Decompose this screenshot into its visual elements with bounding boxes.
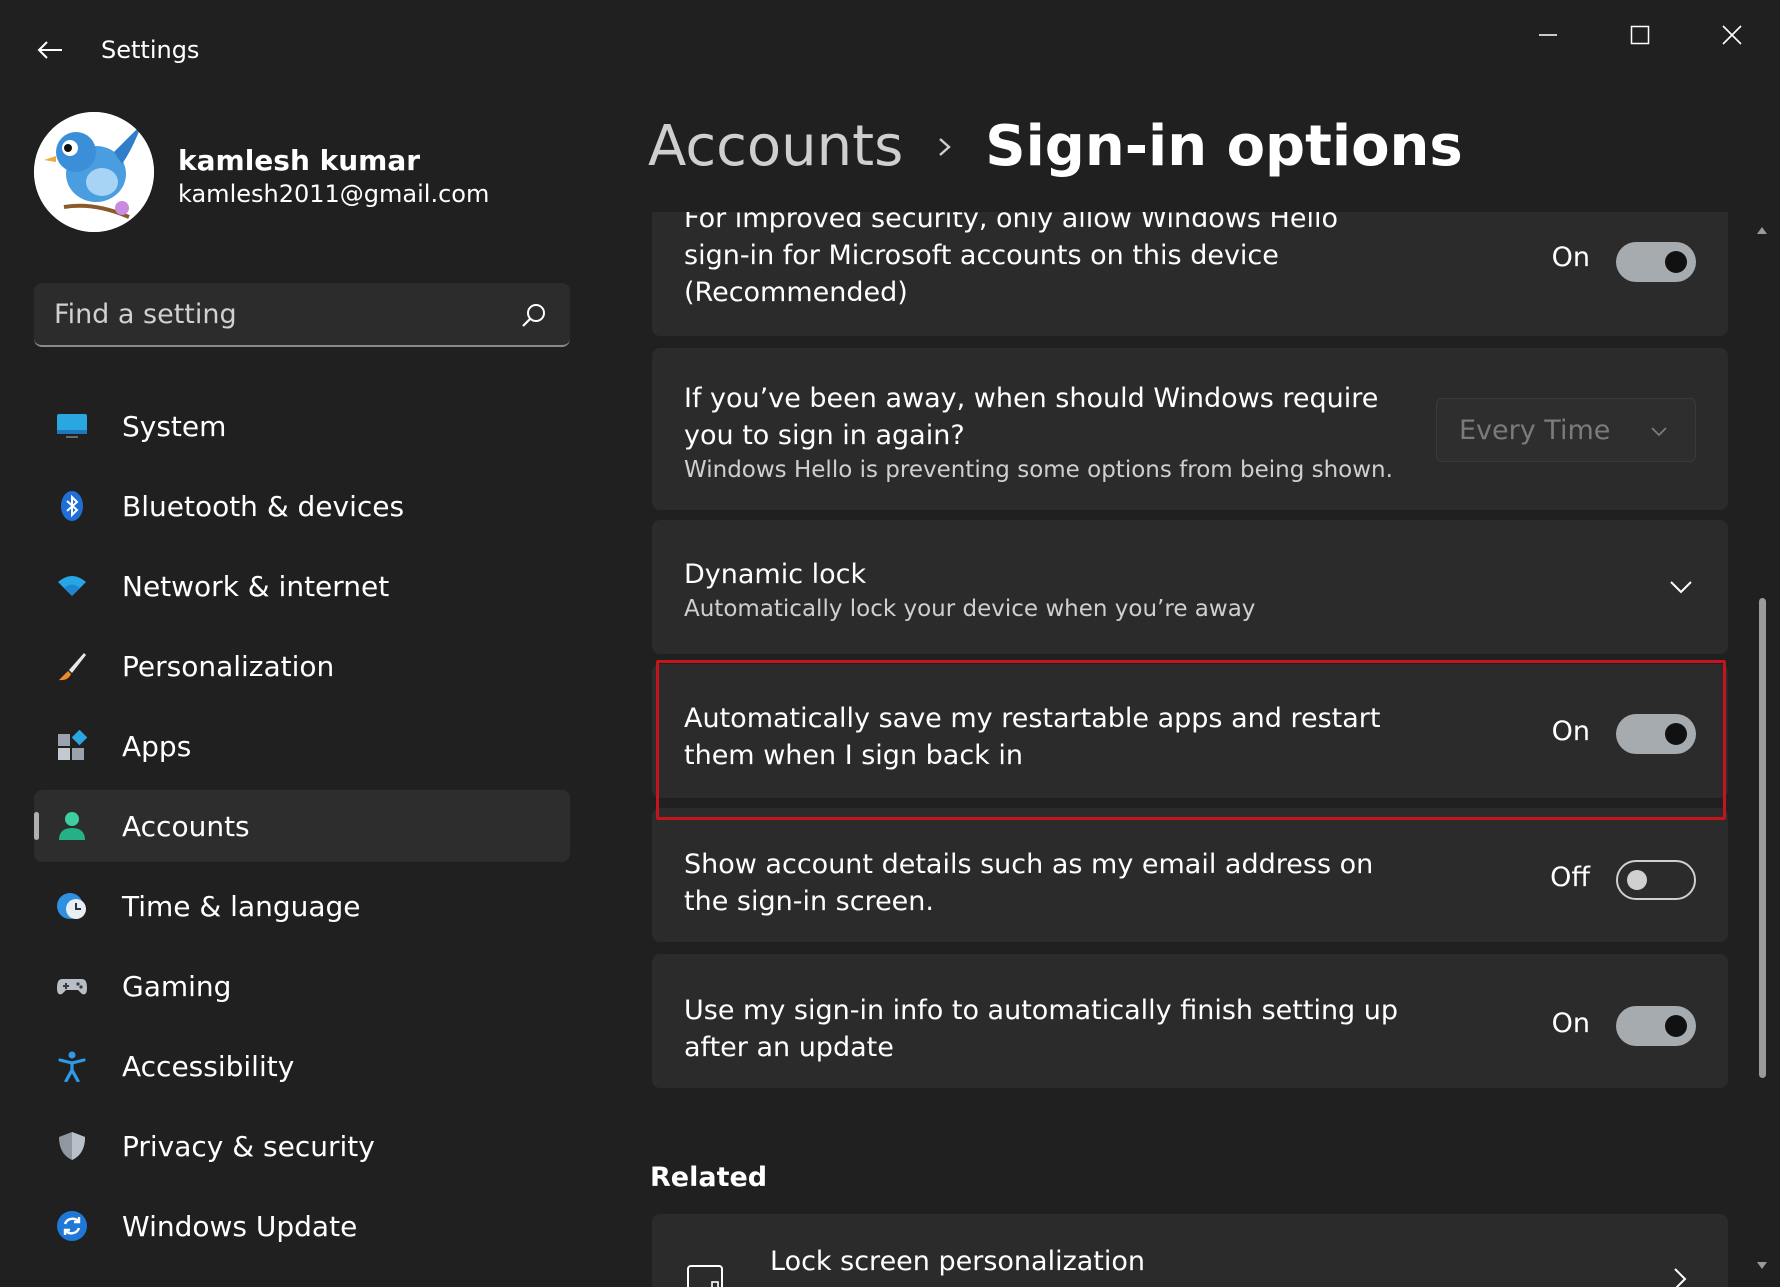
finish-setup-state: On <box>1551 1008 1590 1039</box>
hello-only-text: For improved security, only allow Window… <box>684 212 1338 308</box>
dropdown-selected-value: Every Time <box>1459 415 1611 446</box>
wifi-icon <box>58 576 86 596</box>
sidebar-item-personalization[interactable]: Personalization <box>34 630 570 702</box>
sidebar-item-label: Time & language <box>122 890 361 923</box>
dynamic-lock-text-block: Dynamic lock Automatically lock your dev… <box>684 556 1404 625</box>
account-details-card: Show account details such as my email ad… <box>652 808 1728 942</box>
user-name: kamlesh kumar <box>178 144 421 177</box>
gamepad-icon <box>57 979 87 995</box>
finish-setup-toggle[interactable] <box>1616 1006 1696 1046</box>
hello-only-toggle[interactable] <box>1616 242 1696 282</box>
lock-screen-personalization-link[interactable]: Lock screen personalization <box>652 1214 1728 1287</box>
account-details-toggle[interactable] <box>1616 860 1696 900</box>
breadcrumb: Accounts Sign-in options <box>648 114 1463 179</box>
require-signin-text: If you’ve been away, when should Windows… <box>684 383 1379 451</box>
scrollbar[interactable] <box>1754 214 1770 1287</box>
dynamic-lock-subtext: Automatically lock your device when you’… <box>684 596 1256 622</box>
accounts-icon <box>59 812 85 840</box>
sidebar-item-label: Personalization <box>122 650 335 683</box>
related-heading: Related <box>650 1162 768 1193</box>
maximize-icon <box>1630 25 1650 45</box>
scroll-up-icon[interactable] <box>1756 224 1768 236</box>
scrollbar-thumb[interactable] <box>1759 598 1766 1078</box>
chevron-right-icon <box>939 137 952 156</box>
search-icon[interactable] <box>520 301 548 329</box>
sidebar-item-accounts[interactable]: Accounts <box>34 790 570 862</box>
sidebar-item-label: Accessibility <box>122 1050 295 1083</box>
sidebar-item-label: Gaming <box>122 970 232 1003</box>
finish-setup-text: Use my sign-in info to automatically fin… <box>684 995 1399 1063</box>
lock-screen-icon <box>687 1265 723 1287</box>
restart-apps-card: Automatically save my restartable apps a… <box>652 664 1728 798</box>
toggle-knob <box>1665 723 1687 745</box>
account-details-text: Show account details such as my email ad… <box>684 849 1374 917</box>
sidebar-item-label: Network & internet <box>122 570 390 603</box>
user-email: kamlesh2011@gmail.com <box>178 180 490 208</box>
hello-only-state: On <box>1551 242 1590 273</box>
scroll-down-icon[interactable] <box>1756 1260 1768 1272</box>
sidebar-item-windows-update[interactable]: Windows Update <box>34 1190 570 1262</box>
sidebar-item-apps[interactable]: Apps <box>34 710 570 782</box>
require-signin-subtext: Windows Hello is preventing some options… <box>684 457 1393 483</box>
related-item-label: Lock screen personalization <box>770 1246 1146 1277</box>
title-bar: Settings <box>0 0 1780 100</box>
close-button[interactable] <box>1702 12 1762 58</box>
restart-apps-toggle[interactable] <box>1616 714 1696 754</box>
back-arrow-icon <box>37 41 62 59</box>
globe-clock-icon <box>57 893 86 919</box>
toggle-knob <box>1627 870 1647 890</box>
page-title: Sign-in options <box>985 114 1463 179</box>
finish-setup-card: Use my sign-in info to automatically fin… <box>652 954 1728 1088</box>
sidebar-item-label: Privacy & security <box>122 1130 375 1163</box>
dynamic-lock-card[interactable]: Dynamic lock Automatically lock your dev… <box>652 520 1728 654</box>
sidebar-nav: System Bluetooth & devices Network & int… <box>34 390 570 1270</box>
toggle-knob <box>1665 251 1687 273</box>
avatar[interactable] <box>34 112 154 232</box>
app-title: Settings <box>101 36 200 64</box>
sidebar-item-bluetooth[interactable]: Bluetooth & devices <box>34 470 570 542</box>
require-signin-card: If you’ve been away, when should Windows… <box>652 348 1728 510</box>
hello-only-card: For improved security, only allow Window… <box>652 212 1728 336</box>
accessibility-icon <box>58 1051 86 1082</box>
bluetooth-icon <box>61 491 83 521</box>
sidebar-item-network[interactable]: Network & internet <box>34 550 570 622</box>
settings-content: For improved security, only allow Window… <box>650 212 1730 1287</box>
chevron-down-icon <box>1651 427 1667 437</box>
search-box[interactable] <box>34 283 570 347</box>
account-details-state: Off <box>1550 862 1590 893</box>
maximize-button[interactable] <box>1610 12 1670 58</box>
sidebar-item-label: Windows Update <box>122 1210 358 1243</box>
require-signin-dropdown[interactable]: Every Time <box>1436 398 1696 462</box>
sidebar-item-gaming[interactable]: Gaming <box>34 950 570 1022</box>
sidebar-item-privacy-security[interactable]: Privacy & security <box>34 1110 570 1182</box>
breadcrumb-parent-link[interactable]: Accounts <box>648 114 903 179</box>
brush-icon <box>59 653 86 681</box>
require-signin-text-block: If you’ve been away, when should Windows… <box>684 380 1404 486</box>
update-icon <box>57 1211 87 1241</box>
search-input[interactable] <box>54 283 514 345</box>
chevron-right-icon <box>1674 1268 1687 1287</box>
apps-icon <box>58 730 88 760</box>
chevron-down-icon[interactable] <box>1668 574 1694 600</box>
minimize-button[interactable] <box>1518 12 1578 58</box>
sidebar-item-time-language[interactable]: Time & language <box>34 870 570 942</box>
sidebar-item-label: Accounts <box>122 810 250 843</box>
bird-avatar-icon <box>34 112 154 232</box>
toggle-knob <box>1665 1015 1687 1037</box>
back-button[interactable] <box>30 30 70 70</box>
sidebar-item-label: Bluetooth & devices <box>122 490 405 523</box>
sidebar-item-label: Apps <box>122 730 192 763</box>
sidebar-item-system[interactable]: System <box>34 390 570 462</box>
shield-icon <box>59 1132 85 1160</box>
dynamic-lock-title: Dynamic lock <box>684 559 867 590</box>
restart-apps-text: Automatically save my restartable apps a… <box>684 703 1381 771</box>
minimize-icon <box>1539 34 1557 36</box>
sidebar-item-accessibility[interactable]: Accessibility <box>34 1030 570 1102</box>
system-icon <box>57 414 87 438</box>
close-icon <box>1722 25 1742 45</box>
sidebar-item-label: System <box>122 410 227 443</box>
restart-apps-state: On <box>1551 716 1590 747</box>
